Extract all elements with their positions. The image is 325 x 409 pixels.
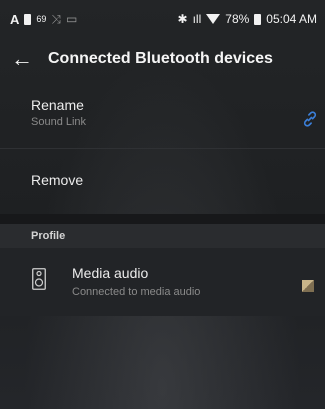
signal-icon: ıll xyxy=(192,12,202,26)
media-audio-row[interactable]: Media audio Connected to media audio xyxy=(0,248,325,316)
small-battery-icon xyxy=(24,13,32,25)
remove-label: Remove xyxy=(31,172,84,188)
profile-section-header: Profile xyxy=(0,224,325,248)
back-arrow-icon: ← xyxy=(11,46,33,71)
battery-percent: 78% xyxy=(225,12,250,26)
section-separator xyxy=(0,214,325,224)
clock: 05:04 AM xyxy=(266,12,317,26)
shuffle-icon: ⤨ xyxy=(51,11,62,26)
page-title: Connected Bluetooth devices xyxy=(48,50,273,67)
battery-icon xyxy=(254,13,262,25)
bluetooth-icon: ✱ xyxy=(177,12,188,26)
speaker-icon xyxy=(32,268,46,290)
repeat-icon: ▭ xyxy=(66,12,78,26)
app-bar: ← Connected Bluetooth devices xyxy=(0,38,325,80)
media-audio-label: Media audio xyxy=(72,265,149,281)
media-audio-subtitle: Connected to media audio xyxy=(72,286,201,298)
rename-row[interactable]: Rename Sound Link xyxy=(0,90,325,146)
back-button[interactable]: ← xyxy=(0,38,44,80)
rename-label: Rename xyxy=(31,97,84,113)
link-icon[interactable] xyxy=(301,110,319,128)
status-bar: A 69 ⤨ ▭ ✱ ıll 78% 05:04 AM xyxy=(0,0,325,38)
profile-header-label: Profile xyxy=(31,230,66,242)
status-letter: A xyxy=(10,11,20,27)
wifi-icon xyxy=(206,14,221,24)
media-audio-checkbox[interactable] xyxy=(302,280,314,292)
remove-row[interactable]: Remove xyxy=(0,162,325,202)
device-name: Sound Link xyxy=(31,116,87,128)
notification-count: 69 xyxy=(36,14,47,24)
divider xyxy=(0,148,325,149)
